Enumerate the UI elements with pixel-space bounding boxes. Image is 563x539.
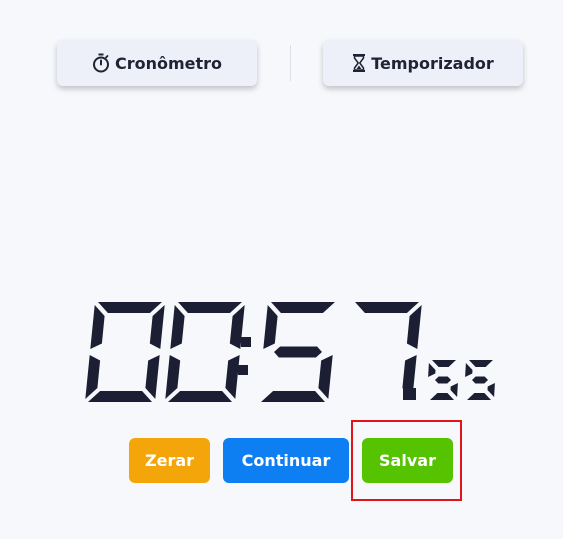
tab-timer-label: Temporizador <box>371 53 494 73</box>
colon-dot-bottom <box>238 365 248 375</box>
fraction-digit-tens <box>428 360 458 400</box>
mode-tabs: Cronômetro Temporizador <box>0 40 563 88</box>
colon-dot-top <box>241 337 251 347</box>
tab-stopwatch[interactable]: Cronômetro <box>57 40 257 86</box>
hourglass-icon <box>352 53 366 73</box>
seconds-digit-tens <box>261 302 335 402</box>
time-display <box>70 290 520 410</box>
reset-button[interactable]: Zerar <box>129 438 210 483</box>
tab-stopwatch-label: Cronômetro <box>114 53 223 73</box>
seconds-digit-ones <box>355 302 422 399</box>
minutes-digit-ones <box>165 302 245 402</box>
continue-button[interactable]: Continuar <box>223 438 349 483</box>
tab-divider <box>290 45 291 81</box>
fraction-digit-ones <box>465 360 495 400</box>
control-bar: Zerar Continuar Salvar <box>0 438 563 484</box>
save-button[interactable]: Salvar <box>362 438 453 483</box>
stopwatch-icon <box>92 53 110 73</box>
tab-timer[interactable]: Temporizador <box>323 40 523 86</box>
decimal-point <box>403 388 416 400</box>
seven-segment-readout <box>85 302 495 402</box>
minutes-digit-tens <box>85 302 165 402</box>
